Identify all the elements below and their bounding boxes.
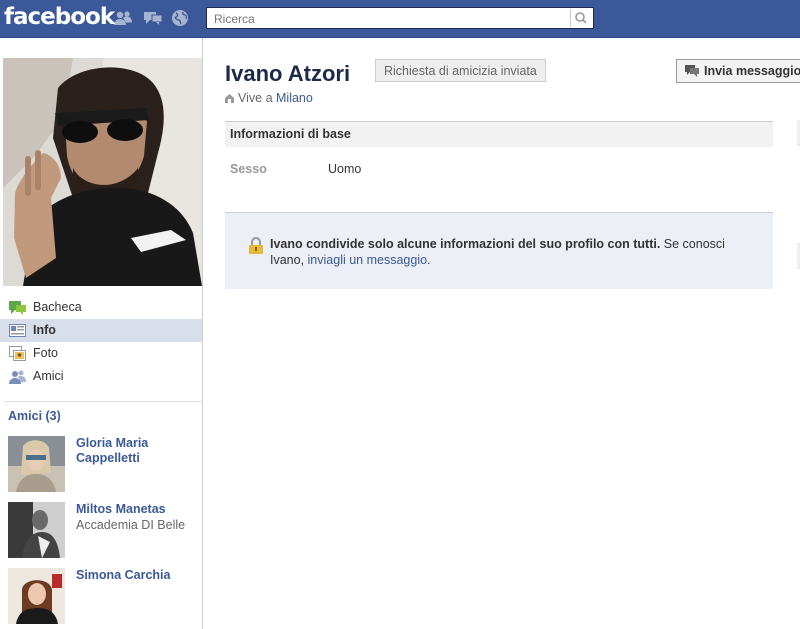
send-message-label: Invia messaggio <box>704 64 800 78</box>
friend-name[interactable]: Simona Carchia <box>76 568 196 583</box>
notice-end: . <box>427 253 431 267</box>
profile-nav: Bacheca Info Foto Amici <box>0 296 202 388</box>
search-icon[interactable] <box>570 9 591 27</box>
nav-item-label: Amici <box>33 369 64 383</box>
friends-icon <box>9 370 26 384</box>
nav-item-label: Foto <box>33 346 59 360</box>
friend-photo[interactable] <box>8 568 65 624</box>
privacy-notice-text: Ivano condivide solo alcune informazioni… <box>270 236 750 268</box>
send-message-button[interactable]: Invia messaggio <box>676 59 800 83</box>
friend-photo[interactable] <box>8 502 65 558</box>
notice-bold-text: Ivano condivide solo alcune informazioni… <box>270 237 661 251</box>
friend-item[interactable]: Gloria Maria Cappelletti <box>8 436 202 494</box>
home-icon <box>225 94 234 103</box>
lives-in: Vive a Milano <box>225 91 313 105</box>
nav-item-label: Info <box>33 323 56 337</box>
section-title: Informazioni di base <box>230 127 351 141</box>
nav-item-label: Bacheca <box>33 300 82 314</box>
left-column: Bacheca Info Foto Amici Amici (3) Gloria… <box>0 38 203 629</box>
profile-picture[interactable] <box>3 58 202 286</box>
photos-icon <box>9 346 26 361</box>
basic-info-header: Informazioni di base <box>225 121 773 147</box>
city-link[interactable]: Milano <box>276 91 313 105</box>
friend-item[interactable]: Simona Carchia <box>8 568 202 626</box>
field-value-sex: Uomo <box>328 162 362 176</box>
send-message-link[interactable]: inviagli un messaggio <box>308 253 428 267</box>
friend-name[interactable]: Gloria Maria Cappelletti <box>76 436 196 466</box>
notifications-globe-icon[interactable] <box>170 9 190 27</box>
lives-in-prefix: Vive a <box>238 91 273 105</box>
friend-item[interactable]: Miltos Manetas Accademia DI Belle <box>8 502 202 560</box>
sidebar-divider <box>4 401 202 402</box>
field-label-sex: Sesso <box>230 162 267 176</box>
profile-name: Ivano Atzori <box>225 61 351 86</box>
nav-item-amici[interactable]: Amici <box>0 365 202 388</box>
message-icon <box>685 65 699 77</box>
search-box[interactable] <box>206 7 594 29</box>
top-bar: facebook <box>0 0 800 38</box>
friends-section-title[interactable]: Amici (3) <box>8 409 61 423</box>
friend-requests-icon[interactable] <box>113 9 133 27</box>
lock-icon <box>249 237 263 254</box>
messages-icon[interactable] <box>143 9 163 27</box>
facebook-logo[interactable]: facebook <box>4 4 115 30</box>
main-content: Ivano Atzori Richiesta di amicizia invia… <box>203 38 800 629</box>
friend-request-sent-button[interactable]: Richiesta di amicizia inviata <box>375 59 546 82</box>
search-input[interactable] <box>212 10 566 28</box>
friend-photo[interactable] <box>8 436 65 492</box>
info-icon <box>9 324 26 337</box>
friend-name[interactable]: Miltos Manetas <box>76 502 196 517</box>
privacy-notice: Ivano condivide solo alcune informazioni… <box>225 212 773 289</box>
nav-item-bacheca[interactable]: Bacheca <box>0 296 202 319</box>
wall-icon <box>9 301 26 315</box>
nav-item-foto[interactable]: Foto <box>0 342 202 365</box>
nav-item-info[interactable]: Info <box>0 319 202 342</box>
friend-subtitle: Accademia DI Belle <box>76 518 186 532</box>
